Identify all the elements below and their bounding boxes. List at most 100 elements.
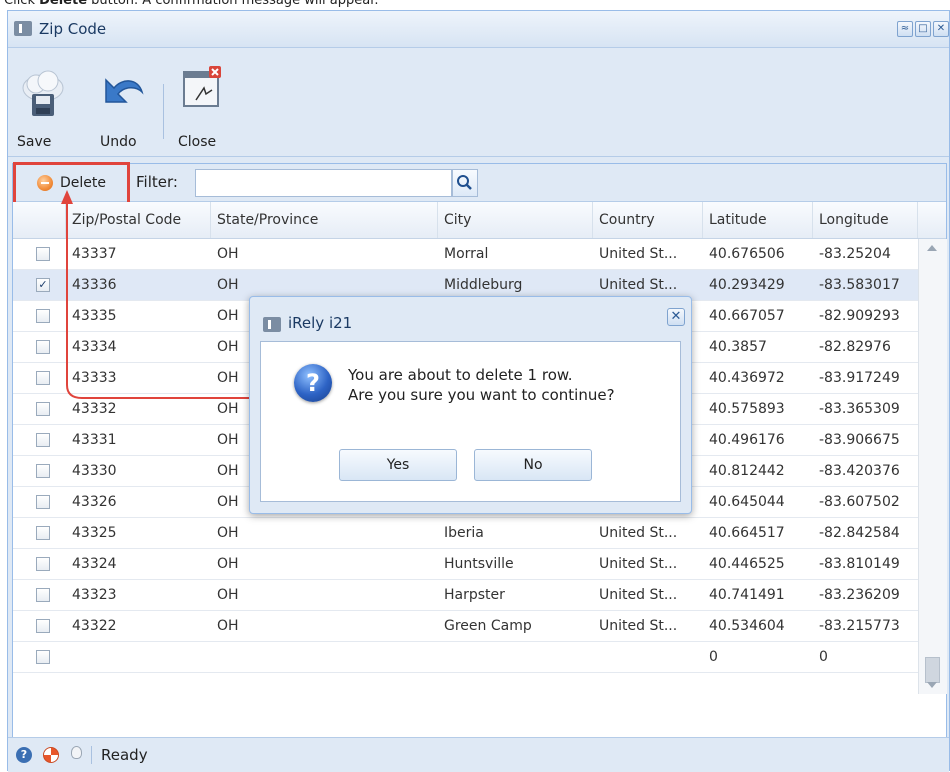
row-checkbox[interactable] (36, 650, 50, 664)
idea-bulb-icon[interactable] (71, 746, 82, 759)
cell-country: United St... (599, 525, 678, 541)
cell-state: OH (217, 618, 239, 634)
close-window-icon (183, 66, 221, 107)
row-checkbox[interactable] (36, 371, 50, 385)
cell-state: OH (217, 525, 239, 541)
cell-zip: 43330 (72, 463, 117, 479)
yes-button[interactable]: Yes (339, 449, 457, 481)
row-checkbox[interactable] (36, 588, 50, 602)
cell-state: OH (217, 587, 239, 603)
cell-lon: -83.917249 (819, 370, 900, 386)
row-checkbox[interactable] (36, 402, 50, 416)
row-checkbox[interactable] (36, 495, 50, 509)
cell-city: Green Camp (444, 618, 532, 634)
table-row[interactable]: 43337 OH Morral United St... 40.676506 -83.25… (13, 239, 918, 270)
row-checkbox[interactable] (36, 557, 50, 571)
grid-toolbar: Delete Filter: (13, 162, 946, 205)
filter-search-button[interactable] (452, 169, 478, 197)
cell-lon: -83.365309 (819, 401, 900, 417)
cell-zip: 43337 (72, 246, 117, 262)
cell-zip: 43334 (72, 339, 117, 355)
window-close-button[interactable]: ✕ (933, 21, 949, 37)
dialog-message-line1: You are about to delete 1 row. (348, 366, 573, 384)
cell-lat: 40.667057 (709, 308, 785, 324)
row-checkbox[interactable] (36, 619, 50, 633)
row-checkbox[interactable] (36, 247, 50, 261)
search-icon (457, 175, 472, 190)
toolbar-separator (163, 84, 164, 139)
scroll-down-arrow-icon[interactable] (927, 682, 937, 688)
header-longitude[interactable]: Longitude (813, 202, 918, 238)
save-button[interactable]: Save (17, 58, 66, 158)
cell-lat: 40.293429 (709, 277, 785, 293)
scroll-thumb[interactable] (925, 657, 940, 683)
cell-lat: 40.496176 (709, 432, 785, 448)
dialog-close-button[interactable]: ✕ (667, 308, 685, 326)
cell-lon: -83.810149 (819, 556, 900, 572)
undo-button[interactable]: Undo (92, 58, 148, 158)
cell-lat: 40.446525 (709, 556, 785, 572)
table-row[interactable]: 43323 OH Harpster United St... 40.741491 -83.… (13, 580, 918, 611)
status-separator (91, 746, 92, 764)
main-toolbar: Save Undo Close (8, 48, 949, 157)
delete-button[interactable]: Delete (60, 175, 106, 191)
grid-header: Zip/Postal Code State/Province City Coun… (13, 202, 946, 239)
row-checkbox[interactable] (36, 464, 50, 478)
cell-lat: 40.534604 (709, 618, 785, 634)
row-checkbox[interactable] (36, 309, 50, 323)
cell-lat: 40.741491 (709, 587, 785, 603)
window-info-icon (14, 21, 32, 36)
row-checkbox[interactable]: ✓ (36, 278, 50, 292)
window-titlebar[interactable]: Zip Code ≈ □ ✕ (8, 11, 949, 48)
table-row[interactable]: 43324 OH Huntsville United St... 40.446525 -8… (13, 549, 918, 580)
scroll-up-arrow-icon[interactable] (927, 245, 937, 251)
cell-lon: -83.420376 (819, 463, 900, 479)
row-checkbox[interactable] (36, 433, 50, 447)
cell-lon: -83.607502 (819, 494, 900, 510)
header-latitude[interactable]: Latitude (703, 202, 813, 238)
help-icon[interactable]: ? (16, 747, 32, 763)
no-button[interactable]: No (474, 449, 592, 481)
cell-lon: -82.909293 (819, 308, 900, 324)
table-row[interactable]: 43325 OH Iberia United St... 40.664517 -82.84… (13, 518, 918, 549)
header-city[interactable]: City (438, 202, 593, 238)
cell-city (444, 642, 589, 672)
save-label: Save (17, 134, 52, 150)
delete-icon[interactable] (37, 175, 53, 191)
cell-zip: 43324 (72, 556, 117, 572)
status-text: Ready (101, 746, 148, 764)
cell-lat: 40.436972 (709, 370, 785, 386)
maximize-button[interactable]: □ (915, 21, 931, 37)
dialog-header[interactable]: iRely i21 ✕ (250, 297, 691, 337)
dialog-message: You are about to delete 1 row. Are you s… (348, 365, 615, 405)
cell-zip: 43336 (72, 277, 117, 293)
cell-city: Harpster (444, 587, 505, 603)
header-state[interactable]: State/Province (211, 202, 438, 238)
header-select[interactable] (13, 202, 66, 238)
cell-zip: 43323 (72, 587, 117, 603)
support-lifebuoy-icon[interactable] (43, 747, 59, 763)
cell-zip: 43333 (72, 370, 117, 386)
table-row[interactable]: 00 (13, 642, 918, 673)
cell-state: OH (217, 556, 239, 572)
cell-lon: -83.583017 (819, 277, 900, 293)
dialog-info-icon (263, 317, 281, 332)
filter-label: Filter: (136, 173, 178, 191)
status-bar: ? Ready (8, 737, 949, 772)
header-zip[interactable]: Zip/Postal Code (66, 202, 211, 238)
cell-zip: 43325 (72, 525, 117, 541)
undo-label: Undo (100, 134, 137, 150)
cell-zip: 43332 (72, 401, 117, 417)
header-country[interactable]: Country (593, 202, 703, 238)
row-checkbox[interactable] (36, 526, 50, 540)
cell-city: Morral (444, 246, 489, 262)
cell-lat: 40.645044 (709, 494, 785, 510)
question-icon: ? (294, 364, 332, 402)
filter-input[interactable] (195, 169, 452, 197)
grid-scrollbar[interactable] (918, 239, 947, 694)
cell-lon: -83.215773 (819, 618, 900, 634)
close-button[interactable]: Close (176, 58, 226, 158)
row-checkbox[interactable] (36, 340, 50, 354)
collapse-button[interactable]: ≈ (897, 21, 913, 37)
table-row[interactable]: 43322 OH Green Camp United St... 40.534604 -8… (13, 611, 918, 642)
